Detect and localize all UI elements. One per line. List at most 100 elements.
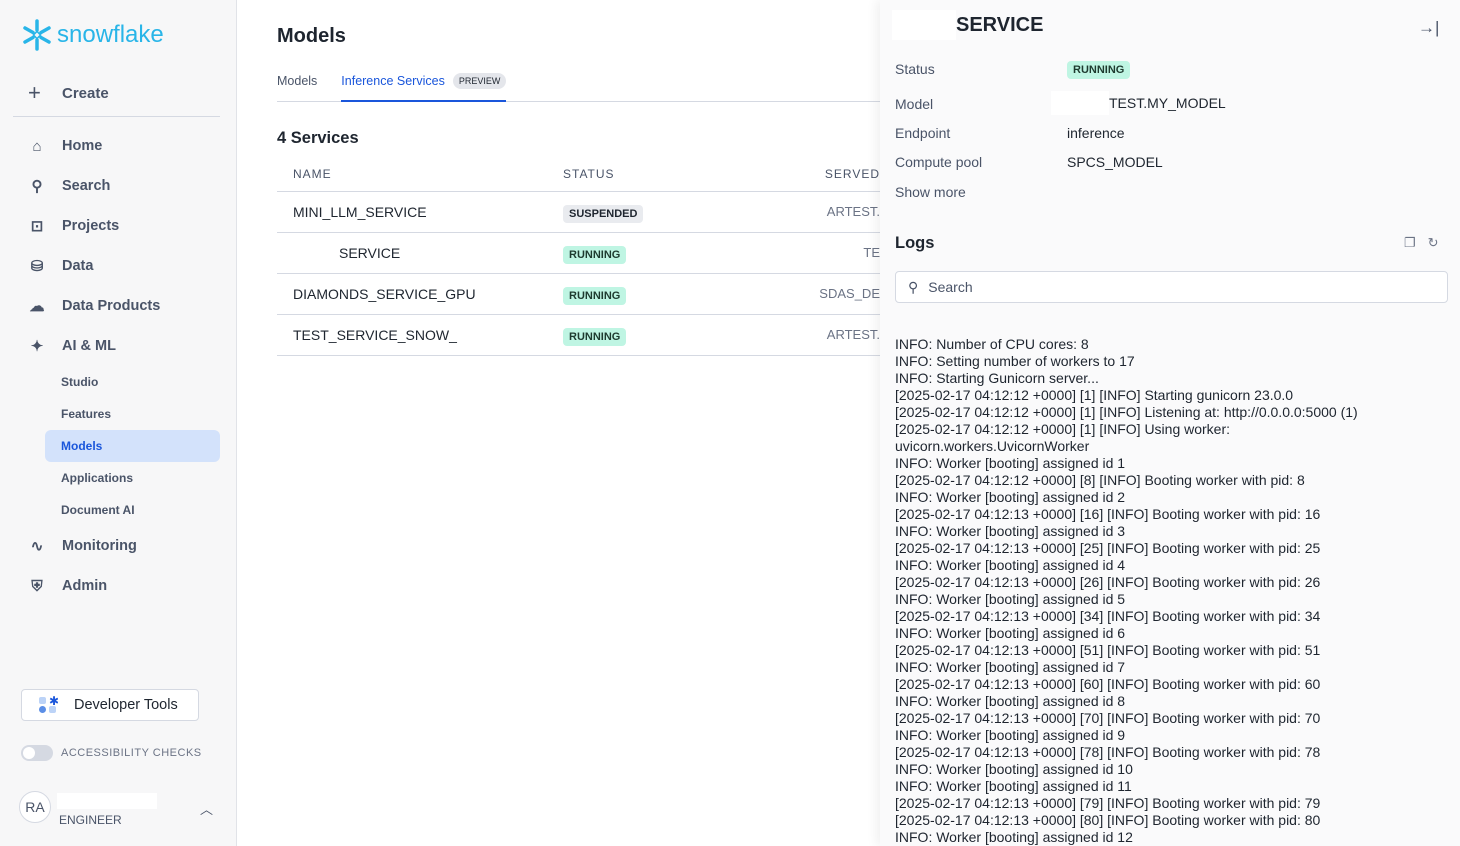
accessibility-checks: ACCESSIBILITY CHECKS — [21, 745, 202, 761]
cloud-icon: ☁ — [29, 298, 45, 315]
log-line: [2025-02-17 04:12:13 +0000] [80] [INFO] … — [895, 812, 1321, 828]
sparkle-icon: ✦ — [30, 338, 44, 355]
status-cell: RUNNING — [563, 232, 793, 274]
status-badge: RUNNING — [563, 327, 627, 346]
create-button[interactable]: + Create — [28, 80, 109, 106]
log-line: INFO: Starting Gunicorn server... — [895, 370, 1099, 386]
log-line: INFO: Worker [booting] assigned id 6 — [895, 625, 1126, 641]
sidebar-item-projects[interactable]: ⊡ Projects — [0, 206, 236, 246]
log-line: [2025-02-17 04:12:13 +0000] [79] [INFO] … — [895, 795, 1321, 811]
sidebar-item-label: Data — [62, 258, 94, 274]
shield-icon: ⛨ — [31, 577, 43, 595]
tab-label: Inference Services — [341, 74, 445, 88]
column-header-served[interactable]: SERVED — [793, 157, 880, 192]
show-more-link[interactable]: Show more — [895, 184, 966, 200]
accessibility-toggle[interactable] — [21, 745, 53, 761]
logs-output: INFO: Number of CPU cores: 8 INFO: Settin… — [895, 336, 1455, 846]
log-line: [2025-02-17 04:12:12 +0000] [1] [INFO] S… — [895, 387, 1294, 403]
sidebar-item-ai-ml[interactable]: ✦ AI & ML — [0, 326, 236, 366]
sidebar-subitem-models[interactable]: Models — [45, 430, 220, 462]
database-icon: ⛁ — [30, 258, 44, 275]
compute-pool-value: SPCS_MODEL — [1067, 154, 1163, 170]
log-line: INFO: Worker [booting] assigned id 4 — [895, 557, 1126, 573]
column-header-name[interactable]: NAME — [277, 157, 563, 192]
page-title: Models — [277, 25, 346, 47]
sidebar-item-label: AI & ML — [62, 338, 116, 354]
logs-search-input[interactable]: ⚲ Search — [895, 271, 1448, 303]
service-name[interactable]: MINI_LLM_SERVICE — [277, 191, 563, 233]
table-row[interactable]: SERVICE RUNNING TE — [277, 232, 880, 274]
panel-title: SERVICE — [892, 10, 1043, 40]
sidebar: snowflake + Create ⌂ Home ⚲ Search ⊡ Project… — [0, 0, 237, 846]
sidebar-item-home[interactable]: ⌂ Home — [0, 126, 236, 166]
table-row[interactable]: TEST_SERVICE_SNOW_ RUNNING ARTEST. — [277, 314, 880, 356]
terminal-icon: ⊡ — [30, 218, 44, 235]
log-line: INFO: Worker [booting] assigned id 8 — [895, 693, 1126, 709]
model-label: Model — [895, 96, 934, 112]
search-placeholder: Search — [928, 279, 973, 295]
developer-tools-icon: ✱ — [39, 695, 58, 713]
log-line: [2025-02-17 04:12:13 +0000] [34] [INFO] … — [895, 608, 1321, 624]
model-value[interactable]: TEST.MY_MODEL — [1109, 95, 1226, 111]
status-cell: SUSPENDED — [563, 191, 793, 233]
log-line: uvicorn.workers.UvicornWorker — [895, 438, 1090, 454]
sidebar-item-search[interactable]: ⚲ Search — [0, 166, 236, 206]
collapse-panel-icon[interactable]: →| — [1418, 18, 1439, 38]
table-row[interactable]: DIAMONDS_SERVICE_GPU RUNNING SDAS_DE — [277, 273, 880, 315]
activity-icon: ∿ — [30, 538, 44, 555]
preview-badge: PREVIEW — [452, 73, 507, 89]
sidebar-item-label: Admin — [62, 578, 108, 594]
sidebar-item-label: Home — [62, 138, 103, 154]
log-line: [2025-02-17 04:12:12 +0000] [8] [INFO] B… — [895, 472, 1305, 488]
service-name[interactable]: TEST_SERVICE_SNOW_ — [277, 314, 563, 356]
sidebar-item-label: Search — [62, 178, 111, 194]
log-line: INFO: Worker [booting] assigned id 2 — [895, 489, 1126, 505]
status-cell: RUNNING — [563, 314, 793, 356]
copy-icon[interactable]: ❐ — [1404, 235, 1416, 251]
endpoint-value: inference — [1067, 125, 1125, 141]
sidebar-item-label: Data Products — [62, 298, 161, 314]
column-header-status[interactable]: STATUS — [563, 157, 793, 192]
log-line: INFO: Setting number of workers to 17 — [895, 353, 1135, 369]
avatar: RA — [19, 791, 51, 823]
log-line: INFO: Worker [booting] assigned id 11 — [895, 778, 1132, 794]
service-name[interactable]: SERVICE — [277, 232, 563, 274]
status-badge: SUSPENDED — [563, 204, 644, 223]
refresh-icon[interactable]: ↻ — [1428, 235, 1439, 251]
sidebar-subitem-features[interactable]: Features — [45, 398, 220, 430]
sidebar-item-admin[interactable]: ⛨ Admin — [0, 566, 236, 606]
services-table: NAME STATUS SERVED MINI_LLM_SERVICE SUSP… — [277, 157, 880, 356]
snowflake-logo[interactable]: snowflake — [20, 18, 164, 52]
log-line: [2025-02-17 04:12:13 +0000] [70] [INFO] … — [895, 710, 1321, 726]
search-icon: ⚲ — [31, 178, 43, 195]
chevron-up-icon[interactable]: ︿ — [200, 799, 213, 818]
sidebar-subitem-applications[interactable]: Applications — [45, 462, 220, 494]
home-icon: ⌂ — [32, 137, 42, 155]
tab-models[interactable]: Models — [277, 66, 317, 102]
sidebar-subitem-studio[interactable]: Studio — [45, 366, 220, 398]
served-model: SDAS_DE — [793, 273, 880, 315]
model-value-wrap: TEST.MY_MODEL — [1051, 91, 1226, 115]
log-line: INFO: Worker [booting] assigned id 1 — [895, 455, 1126, 471]
sidebar-item-data-products[interactable]: ☁ Data Products — [0, 286, 236, 326]
sidebar-item-label: Monitoring — [62, 538, 137, 554]
services-count: 4 Services — [277, 129, 359, 147]
create-label: Create — [62, 84, 109, 102]
status-badge: RUNNING — [1067, 61, 1131, 79]
table-row[interactable]: MINI_LLM_SERVICE SUSPENDED ARTEST. — [277, 191, 880, 233]
plus-icon: + — [28, 80, 41, 105]
service-name[interactable]: DIAMONDS_SERVICE_GPU — [277, 273, 563, 315]
developer-tools-button[interactable]: ✱ Developer Tools — [21, 689, 199, 721]
tab-inference-services[interactable]: Inference Services PREVIEW — [341, 66, 507, 102]
redacted — [892, 10, 956, 40]
log-line: INFO: Worker [booting] assigned id 9 — [895, 727, 1126, 743]
sidebar-item-data[interactable]: ⛁ Data — [0, 246, 236, 286]
log-line: [2025-02-17 04:12:12 +0000] [1] [INFO] U… — [895, 421, 1231, 437]
status-badge: RUNNING — [563, 286, 627, 305]
search-icon: ⚲ — [908, 278, 919, 295]
sidebar-subitem-document-ai[interactable]: Document AI — [45, 494, 220, 526]
svg-text:✱: ✱ — [49, 695, 58, 708]
sidebar-item-monitoring[interactable]: ∿ Monitoring — [0, 526, 236, 566]
user-menu[interactable]: RA ENGINEER ︿ — [19, 791, 213, 827]
status-label: Status — [895, 61, 935, 77]
